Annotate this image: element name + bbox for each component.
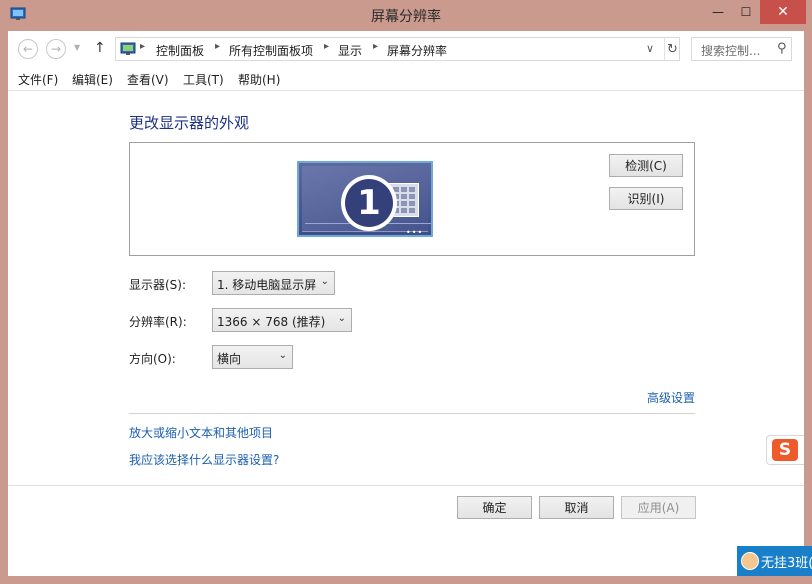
sogou-ime-icon: S xyxy=(772,439,798,461)
orientation-label: 方向(O): xyxy=(129,352,176,366)
chevron-down-icon: ⌄ xyxy=(320,276,329,287)
display-select[interactable]: 1. 移动电脑显示屏 ⌄ xyxy=(212,271,335,295)
monitor-screen: 1 ••• xyxy=(302,166,431,237)
breadcrumb-control-panel[interactable]: 控制面板 xyxy=(156,42,204,59)
menu-help[interactable]: 帮助(H) xyxy=(238,71,280,88)
menu-file[interactable]: 文件(F) xyxy=(18,71,58,88)
ime-toolbar[interactable]: S xyxy=(766,435,804,465)
breadcrumb-separator[interactable]: ▸ xyxy=(140,41,145,52)
window-title: 屏幕分辨率 xyxy=(371,9,441,25)
footer-divider xyxy=(8,485,804,486)
detect-button[interactable]: 检测(C) xyxy=(609,154,683,177)
maximize-button[interactable]: ☐ xyxy=(732,0,760,24)
breadcrumb-separator[interactable]: ▸ xyxy=(373,41,378,52)
back-button[interactable]: ← xyxy=(18,39,38,59)
menu-view[interactable]: 查看(V) xyxy=(127,71,169,88)
ok-button[interactable]: 确定 xyxy=(457,496,532,519)
monitor-number: 1 xyxy=(345,179,393,227)
cancel-button[interactable]: 取消 xyxy=(539,496,614,519)
display-label: 显示器(S): xyxy=(129,278,187,292)
title-bar[interactable]: 屏幕分辨率 — ☐ ✕ xyxy=(0,0,812,31)
breadcrumb-screen-resolution[interactable]: 屏幕分辨率 xyxy=(387,42,447,59)
orientation-select[interactable]: 横向 ⌄ xyxy=(212,345,293,369)
search-input[interactable]: 搜索控制... ⚲ xyxy=(691,37,792,61)
display-preview: 1 ••• 检测(C) 识别(I) xyxy=(129,142,695,256)
dots-icon: ••• xyxy=(406,228,424,237)
menu-bar: 文件(F) 编辑(E) 查看(V) 工具(T) 帮助(H) xyxy=(8,68,804,90)
display-value: 1. 移动电脑显示屏 xyxy=(217,278,317,292)
search-placeholder: 搜索控制... xyxy=(701,44,761,58)
breadcrumb-separator[interactable]: ▸ xyxy=(324,41,329,52)
address-field[interactable]: ▸ 控制面板 ▸ 所有控制面板项 ▸ 显示 ▸ 屏幕分辨率 ∨ ↻ xyxy=(115,37,680,61)
arrow-left-icon: ← xyxy=(22,42,34,56)
forward-button[interactable]: → xyxy=(46,39,66,59)
refresh-icon[interactable]: ↻ xyxy=(664,38,680,60)
notification-popup[interactable]: 无挂3班( xyxy=(737,546,812,576)
text-size-link[interactable]: 放大或缩小文本和其他项目 xyxy=(129,424,273,441)
chevron-down-icon[interactable]: ∨ xyxy=(646,42,654,55)
avatar xyxy=(741,552,759,570)
search-icon[interactable]: ⚲ xyxy=(777,41,787,56)
menu-divider xyxy=(8,90,804,91)
window: 屏幕分辨率 — ☐ ✕ ← → ▼ ↑ ▸ 控制面板 ▸ 所有控制面板项 ▸ 显… xyxy=(0,0,812,584)
breadcrumb-separator[interactable]: ▸ xyxy=(215,41,220,52)
identify-button[interactable]: 识别(I) xyxy=(609,187,683,210)
recent-locations-button[interactable]: ▼ xyxy=(74,43,80,52)
monitor-1-thumbnail[interactable]: 1 ••• xyxy=(297,161,433,237)
resolution-value: 1366 × 768 (推荐) xyxy=(217,315,326,329)
which-setting-link[interactable]: 我应该选择什么显示器设置? xyxy=(129,451,279,468)
breadcrumb-all-items[interactable]: 所有控制面板项 xyxy=(229,42,313,59)
minimize-button[interactable]: — xyxy=(704,0,732,24)
advanced-settings-link[interactable]: 高级设置 xyxy=(647,389,695,406)
resolution-label: 分辨率(R): xyxy=(129,315,187,329)
chevron-down-icon: ⌄ xyxy=(278,350,287,361)
orientation-value: 横向 xyxy=(217,352,242,366)
chevron-down-icon: ⌄ xyxy=(337,313,346,324)
close-button[interactable]: ✕ xyxy=(760,0,806,24)
menu-tools[interactable]: 工具(T) xyxy=(183,71,224,88)
resolution-select[interactable]: 1366 × 768 (推荐) ⌄ xyxy=(212,308,352,332)
up-button[interactable]: ↑ xyxy=(94,40,106,56)
menu-edit[interactable]: 编辑(E) xyxy=(72,71,113,88)
notification-text: 无挂3班( xyxy=(761,556,812,571)
breadcrumb-display[interactable]: 显示 xyxy=(338,42,362,59)
control-panel-icon xyxy=(120,42,136,55)
page-title: 更改显示器的外观 xyxy=(129,114,250,132)
section-divider xyxy=(129,413,695,414)
apply-button[interactable]: 应用(A) xyxy=(621,496,696,519)
window-client-area: ← → ▼ ↑ ▸ 控制面板 ▸ 所有控制面板项 ▸ 显示 ▸ 屏幕分辨率 ∨ … xyxy=(8,31,804,576)
arrow-right-icon: → xyxy=(50,42,62,56)
address-bar: ← → ▼ ↑ ▸ 控制面板 ▸ 所有控制面板项 ▸ 显示 ▸ 屏幕分辨率 ∨ … xyxy=(8,31,804,65)
